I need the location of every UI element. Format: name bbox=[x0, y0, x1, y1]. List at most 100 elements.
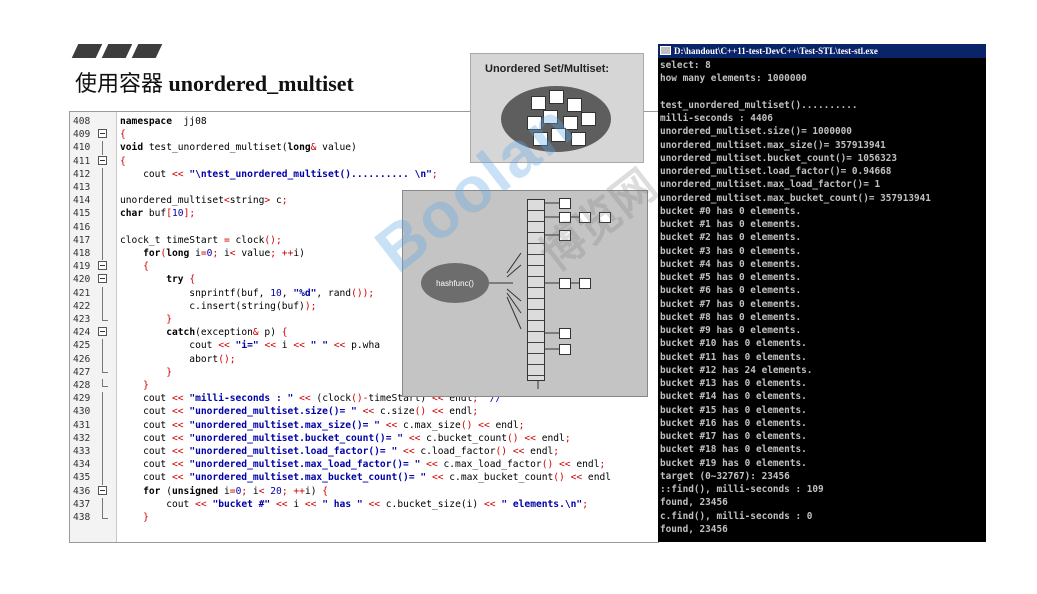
line-number: 427 bbox=[73, 366, 91, 378]
code-text: { bbox=[120, 129, 126, 141]
bucket-node bbox=[579, 278, 591, 289]
set-element-square bbox=[581, 112, 596, 126]
code-line: 435 cout << "unordered_multiset.max_buck… bbox=[70, 471, 658, 485]
line-number: 424 bbox=[73, 327, 91, 339]
code-text: { bbox=[120, 155, 126, 167]
fold-guide bbox=[102, 313, 103, 320]
fold-guide bbox=[102, 405, 103, 419]
code-text: void test_unordered_multiset(long& value… bbox=[120, 142, 357, 154]
fold-guide bbox=[102, 167, 103, 181]
fold-toggle-icon[interactable] bbox=[98, 485, 107, 495]
console-line: bucket #12 has 24 elements. bbox=[660, 364, 813, 376]
fold-toggle-icon[interactable] bbox=[98, 129, 107, 139]
fold-guide bbox=[102, 392, 103, 406]
code-text: catch(exception& p) { bbox=[166, 327, 288, 339]
fold-end-marker bbox=[102, 319, 108, 321]
console-line: bucket #6 has 0 elements. bbox=[660, 285, 802, 297]
code-text: cout << "unordered_multiset.load_factor(… bbox=[120, 446, 560, 457]
fold-guide bbox=[102, 247, 103, 261]
code-text: cout << "unordered_multiset.max_bucket_c… bbox=[120, 472, 612, 484]
console-line: bucket #3 has 0 elements. bbox=[660, 245, 802, 257]
fold-toggle-icon[interactable] bbox=[98, 274, 107, 284]
code-text: abort(); bbox=[120, 353, 236, 365]
code-text: { bbox=[143, 261, 149, 273]
console-line: bucket #7 has 0 elements. bbox=[660, 298, 802, 310]
set-element-square bbox=[551, 128, 566, 142]
fold-guide bbox=[102, 431, 103, 445]
fold-guide bbox=[102, 458, 103, 472]
console-line: target (0~32767): 23456 bbox=[660, 470, 790, 482]
line-number: 425 bbox=[73, 340, 91, 352]
fold-guide bbox=[102, 233, 103, 247]
fold-toggle-icon[interactable] bbox=[98, 155, 107, 165]
line-number: 418 bbox=[73, 248, 91, 259]
line-number: 426 bbox=[73, 353, 91, 365]
code-line: 431 cout << "unordered_multiset.max_size… bbox=[70, 418, 658, 432]
console-line: c.find(), milli-seconds : 0 bbox=[660, 510, 813, 522]
line-number: 408 bbox=[73, 116, 91, 127]
line-number: 416 bbox=[73, 221, 91, 233]
code-text: cout << "\ntest_unordered_multiset()....… bbox=[120, 168, 438, 180]
code-text: } bbox=[143, 512, 149, 523]
code-text: cout << "unordered_multiset.max_load_fac… bbox=[120, 459, 606, 471]
line-number: 411 bbox=[73, 155, 91, 167]
console-line: bucket #19 has 0 elements. bbox=[660, 457, 807, 469]
bucket-vector bbox=[527, 199, 545, 381]
console-line: bucket #9 has 0 elements. bbox=[660, 325, 802, 336]
set-element-square bbox=[533, 132, 548, 146]
console-line: found, 23456 bbox=[660, 497, 728, 509]
console-line: unordered_multiset.size()= 1000000 bbox=[660, 126, 852, 138]
set-element-square bbox=[567, 98, 582, 112]
code-text: clock_t timeStart = clock(); bbox=[120, 234, 282, 246]
code-line: 430 cout << "unordered_multiset.size()= … bbox=[70, 405, 658, 419]
set-element-square bbox=[549, 90, 564, 104]
code-line: 433 cout << "unordered_multiset.load_fac… bbox=[70, 445, 658, 459]
line-number: 428 bbox=[73, 380, 91, 391]
line-number: 422 bbox=[73, 300, 91, 312]
line-number: 429 bbox=[73, 393, 91, 405]
code-line: 438 } bbox=[70, 511, 658, 524]
fold-guide bbox=[102, 339, 103, 353]
console-line: bucket #11 has 0 elements. bbox=[660, 351, 807, 363]
bucket-node bbox=[559, 278, 571, 289]
console-line: bucket #0 has 0 elements. bbox=[660, 205, 802, 217]
line-number: 414 bbox=[73, 195, 91, 207]
line-number: 409 bbox=[73, 129, 91, 141]
set-element-square bbox=[531, 96, 546, 110]
line-number: 438 bbox=[73, 512, 91, 523]
console-window[interactable]: D:\handout\C++11-test-DevC++\Test-STL\te… bbox=[658, 44, 986, 542]
code-text: namespace jj08 bbox=[120, 116, 207, 127]
console-line: ::find(), milli-seconds : 109 bbox=[660, 484, 824, 495]
fold-guide bbox=[102, 497, 103, 511]
fold-toggle-icon[interactable] bbox=[98, 261, 107, 271]
fold-guide bbox=[102, 194, 103, 208]
console-line: test_unordered_multiset().......... bbox=[660, 99, 858, 111]
set-element-square bbox=[527, 116, 542, 130]
bucket-node bbox=[559, 344, 571, 355]
console-title-bar[interactable]: D:\handout\C++11-test-DevC++\Test-STL\te… bbox=[658, 44, 986, 58]
console-line: unordered_multiset.max_bucket_count()= 3… bbox=[660, 192, 931, 204]
line-number: 432 bbox=[73, 432, 91, 444]
console-line: bucket #16 has 0 elements. bbox=[660, 417, 807, 429]
code-text: try { bbox=[166, 274, 196, 286]
line-number: 433 bbox=[73, 446, 91, 457]
code-text: cout << "unordered_multiset.size()= " <<… bbox=[120, 406, 479, 418]
unordered-set-label: Unordered Set/Multiset: bbox=[485, 63, 610, 75]
console-line: bucket #8 has 0 elements. bbox=[660, 311, 802, 323]
fold-guide bbox=[102, 141, 103, 155]
line-number: 410 bbox=[73, 142, 91, 154]
code-text: char buf[10]; bbox=[120, 208, 196, 220]
line-number: 430 bbox=[73, 406, 91, 418]
code-text: c.insert(string(buf)); bbox=[120, 300, 317, 312]
console-line: bucket #15 has 0 elements. bbox=[660, 404, 807, 416]
console-line: unordered_multiset.max_size()= 357913941 bbox=[660, 139, 886, 151]
line-number: 415 bbox=[73, 208, 91, 220]
line-number: 437 bbox=[73, 498, 91, 510]
console-window-icon bbox=[660, 46, 671, 55]
decoration-bar bbox=[131, 44, 163, 58]
line-number: 413 bbox=[73, 182, 91, 193]
line-number: 434 bbox=[73, 459, 91, 471]
fold-toggle-icon[interactable] bbox=[98, 327, 107, 337]
fold-guide bbox=[102, 352, 103, 366]
